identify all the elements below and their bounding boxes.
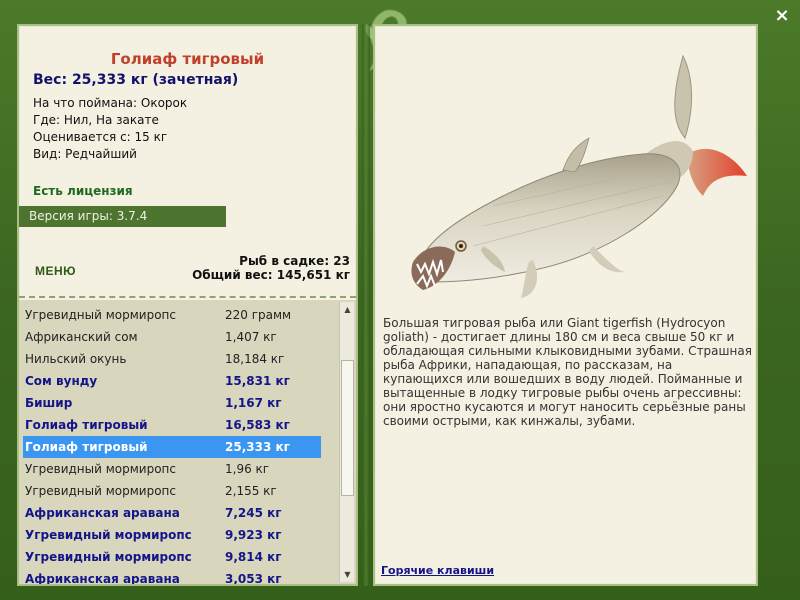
fish-list-weight: 9,814 кг — [225, 550, 282, 564]
cage-fish-count: Рыб в садке: 23 — [239, 254, 350, 268]
fish-list-weight: 220 грамм — [225, 308, 292, 322]
fish-list-name: Угревидный мормиропс — [25, 308, 176, 322]
fish-list-name: Угревидный мормиропс — [25, 528, 192, 542]
license-status: Есть лицензия — [33, 184, 133, 198]
fish-list-weight: 15,831 кг — [225, 374, 290, 388]
fish-list-weight: 1,407 кг — [225, 330, 277, 344]
fish-list-row[interactable]: Бишир 1,167 кг — [23, 392, 321, 414]
fish-list-name: Сом вунду — [25, 374, 98, 388]
fish-list-row[interactable]: Угревидный мормиропс 220 грамм — [23, 304, 321, 326]
fish-list-weight: 3,053 кг — [225, 572, 282, 584]
hotkeys-link[interactable]: Горячие клавиши — [381, 564, 494, 577]
valued-from-info: Оценивается с: 15 кг — [33, 130, 168, 144]
fish-list-name: Нильский окунь — [25, 352, 127, 366]
fish-list-weight: 9,923 кг — [225, 528, 282, 542]
cage-total-weight: Общий вес: 145,651 кг — [192, 268, 350, 282]
fish-list-name: Голиаф тигровый — [25, 440, 148, 454]
fish-list-row[interactable]: Африканская аравана 3,053 кг — [23, 568, 321, 584]
list-scrollbar[interactable]: ▲ ▼ — [339, 302, 354, 582]
fish-list-name: Угревидный мормиропс — [25, 484, 176, 498]
fish-description: Большая тигровая рыба или Giant tigerfis… — [383, 316, 752, 428]
fish-list-name: Бишир — [25, 396, 73, 410]
panel-divider — [362, 24, 370, 586]
fish-list-weight: 7,245 кг — [225, 506, 282, 520]
fish-list-name: Африканская аравана — [25, 506, 180, 520]
bait-info: На что поймана: Окорок — [33, 96, 188, 110]
fish-list-row[interactable]: Угревидный мормиропс 2,155 кг — [23, 480, 321, 502]
fish-title: Голиаф тигровый — [110, 50, 265, 68]
location-info: Где: Нил, На закате — [33, 113, 159, 127]
fish-list[interactable]: Угревидный мормиропс 220 грамм Африканский… — [19, 300, 356, 584]
fish-list-row[interactable]: Угревидный мормиропс 1,96 кг — [23, 458, 321, 480]
right-panel: Большая тигровая рыба или Giant tigerfis… — [373, 24, 758, 586]
scroll-down-button[interactable]: ▼ — [340, 567, 355, 582]
fish-list-row[interactable]: Угревидный мормиропс 9,814 кг — [23, 546, 321, 568]
fish-list-row[interactable]: Голиаф тигровый 16,583 кг — [23, 414, 321, 436]
fish-list-weight: 1,96 кг — [225, 462, 270, 476]
fish-list-weight: 16,583 кг — [225, 418, 290, 432]
fish-list-name: Голиаф тигровый — [25, 418, 148, 432]
fish-list-row[interactable]: Африканская аравана 7,245 кг — [23, 502, 321, 524]
scroll-thumb[interactable] — [341, 360, 354, 496]
close-button[interactable]: × — [772, 6, 792, 26]
fish-list-weight: 25,333 кг — [225, 440, 290, 454]
fish-list-row[interactable]: Нильский окунь 18,184 кг — [23, 348, 321, 370]
scroll-up-button[interactable]: ▲ — [340, 302, 355, 317]
cage-summary: Рыб в садке: 23 Общий вес: 145,651 кг — [192, 254, 350, 282]
fish-list-weight: 18,184 кг — [225, 352, 285, 366]
fish-list-name: Африканская аравана — [25, 572, 180, 584]
fish-list-name: Угревидный мормиропс — [25, 550, 192, 564]
fish-list-name: Африканский сом — [25, 330, 138, 344]
fish-list-weight: 2,155 кг — [225, 484, 277, 498]
version-bar: Версия игры: 3.7.4 — [19, 206, 226, 227]
rarity-info: Вид: Редчайший — [33, 147, 137, 161]
fish-weight: Вес: 25,333 кг (зачетная) — [33, 72, 239, 88]
fish-list-row[interactable]: Голиаф тигровый 25,333 кг — [23, 436, 321, 458]
fish-list-row[interactable]: Сом вунду 15,831 кг — [23, 370, 321, 392]
menu-button[interactable]: МЕНЮ — [35, 264, 76, 278]
left-panel: Голиаф тигровый Вес: 25,333 кг (зачетная… — [17, 24, 358, 586]
fish-list-row[interactable]: Угревидный мормиропс 9,923 кг — [23, 524, 321, 546]
list-separator — [19, 296, 356, 298]
fish-list-weight: 1,167 кг — [225, 396, 282, 410]
fish-list-row[interactable]: Африканский сом 1,407 кг — [23, 326, 321, 348]
fish-image — [411, 54, 747, 298]
fish-list-name: Угревидный мормиропс — [25, 462, 176, 476]
